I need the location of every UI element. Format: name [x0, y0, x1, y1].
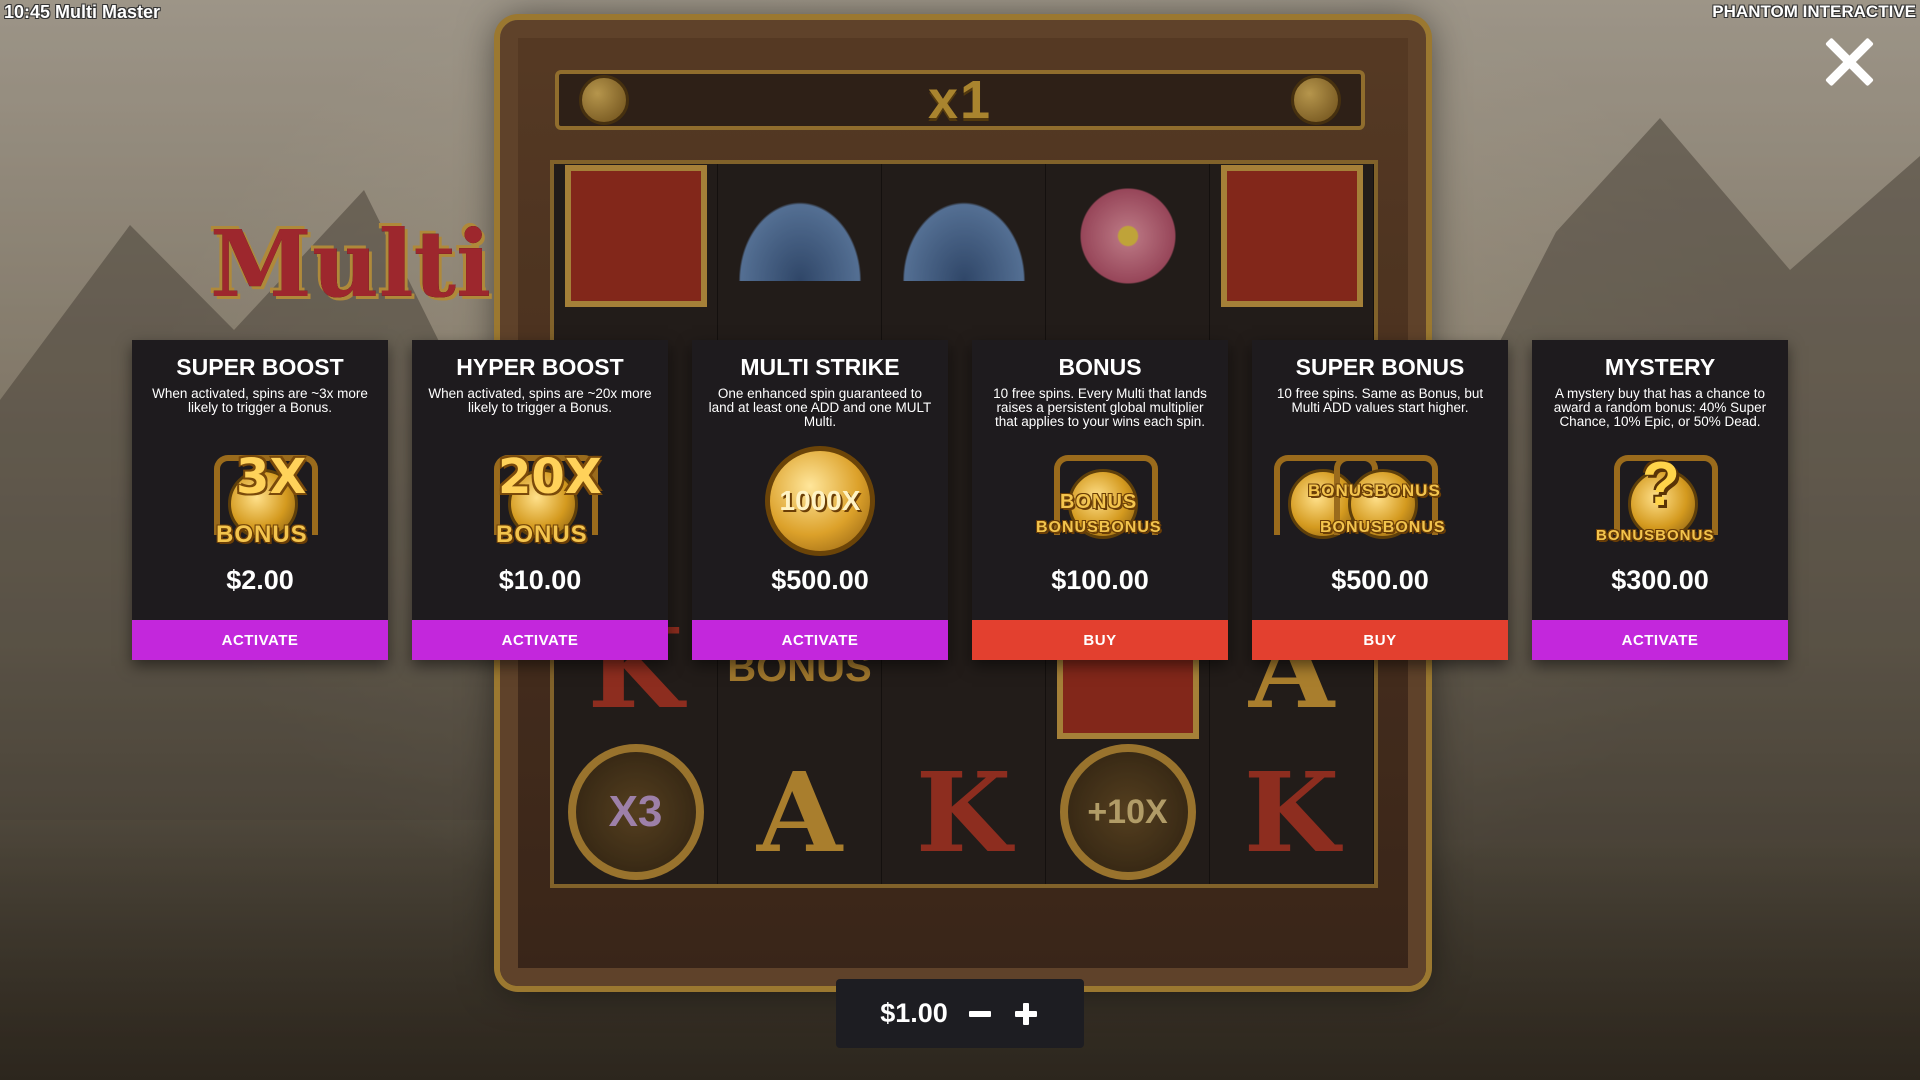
card-super-bonus: SUPER BONUS 10 free spins. Same as Bonus… — [1252, 340, 1508, 660]
minus-icon[interactable] — [966, 1000, 994, 1028]
card-title: SUPER BOOST — [176, 354, 344, 380]
bet-value: $1.00 — [880, 998, 948, 1028]
studio-name: PHANTOM INTERACTIVE — [1712, 2, 1916, 21]
super-bonus-art-icon: BONUSBONUS BONUSBONUS — [1274, 445, 1480, 557]
card-multi-strike: MULTI STRIKE One enhanced spin guarantee… — [692, 340, 948, 660]
card-bonus: BONUS 10 free spins. Every Multi that la… — [972, 340, 1228, 660]
art-label-text: BONUS — [216, 521, 308, 548]
card-title: MULTI STRIKE — [740, 354, 900, 380]
card-title: BONUS — [1058, 354, 1142, 380]
card-title: HYPER BOOST — [456, 354, 624, 380]
card-price: $300.00 — [1611, 565, 1709, 595]
card-description: One enhanced spin guaranteed to land at … — [708, 386, 932, 429]
card-title: SUPER BONUS — [1295, 354, 1465, 380]
hyper-boost-art-icon: 20X BONUS — [440, 445, 640, 557]
art-label-text: BONUSBONUS — [1036, 519, 1162, 536]
activate-button[interactable]: ACTIVATE — [1532, 620, 1788, 660]
card-mystery: MYSTERY A mystery buy that has a chance … — [1532, 340, 1788, 660]
art-multiplier-text: 3X — [236, 449, 307, 505]
card-description: When activated, spins are ~20x more like… — [428, 386, 652, 415]
activate-button[interactable]: ACTIVATE — [412, 620, 668, 660]
clock-title: 10:45 Multi Master — [4, 2, 161, 22]
card-description: A mystery buy that has a chance to award… — [1553, 386, 1767, 429]
plus-icon[interactable] — [1012, 1000, 1040, 1028]
question-mark-icon: ? — [1642, 450, 1680, 519]
art-label-text: BONUSBONUS — [1308, 481, 1441, 500]
card-price: $100.00 — [1051, 565, 1149, 595]
bonus-buy-cards: SUPER BOOST When activated, spins are ~3… — [132, 340, 1788, 660]
close-icon[interactable] — [1823, 36, 1875, 88]
card-description: 10 free spins. Every Multi that lands ra… — [993, 386, 1207, 429]
card-price: $500.00 — [771, 565, 869, 595]
bet-selector: $1.00 — [836, 979, 1084, 1048]
multi-strike-art-icon: 1000X — [720, 445, 920, 557]
card-price: $2.00 — [226, 565, 294, 595]
mystery-art-icon: ? BONUSBONUS — [1560, 445, 1760, 557]
bonus-art-icon: BONUS BONUSBONUS — [1000, 445, 1200, 557]
art-label-text: BONUSBONUS — [1320, 519, 1446, 536]
activate-button[interactable]: ACTIVATE — [692, 620, 948, 660]
card-description: 10 free spins. Same as Bonus, but Multi … — [1276, 386, 1484, 415]
buy-button[interactable]: BUY — [972, 620, 1228, 660]
yin-yang-coin-icon: 1000X — [765, 446, 875, 556]
art-multiplier-text: 1000X — [779, 485, 861, 516]
art-label-text: BONUS — [496, 521, 588, 548]
card-price: $500.00 — [1331, 565, 1429, 595]
art-label-text: BONUSBONUS — [1596, 527, 1715, 544]
card-description: When activated, spins are ~3x more likel… — [152, 386, 368, 415]
buy-button[interactable]: BUY — [1252, 620, 1508, 660]
card-title: MYSTERY — [1604, 354, 1716, 380]
art-multiplier-text: 20X — [498, 449, 602, 505]
art-label-text: BONUS — [1060, 491, 1138, 513]
activate-button[interactable]: ACTIVATE — [132, 620, 388, 660]
card-price: $10.00 — [498, 565, 582, 595]
super-boost-art-icon: 3X BONUS — [160, 445, 360, 557]
card-super-boost: SUPER BOOST When activated, spins are ~3… — [132, 340, 388, 660]
card-hyper-boost: HYPER BOOST When activated, spins are ~2… — [412, 340, 668, 660]
